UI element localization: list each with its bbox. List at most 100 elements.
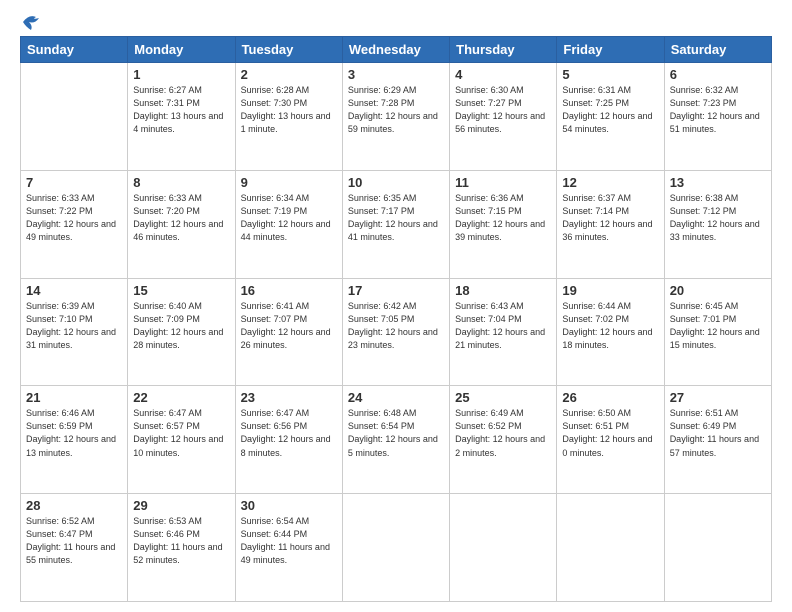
logo-bird-icon [21,12,43,32]
table-row: 29 Sunrise: 6:53 AM Sunset: 6:46 PM Dayl… [128,494,235,602]
sunrise-text: Sunrise: 6:27 AM [133,85,202,95]
day-number: 16 [241,283,337,298]
table-row: 5 Sunrise: 6:31 AM Sunset: 7:25 PM Dayli… [557,63,664,171]
sunrise-text: Sunrise: 6:38 AM [670,193,739,203]
cell-info: Sunrise: 6:33 AM Sunset: 7:20 PM Dayligh… [133,192,229,244]
cell-info: Sunrise: 6:30 AM Sunset: 7:27 PM Dayligh… [455,84,551,136]
sunset-text: Sunset: 7:09 PM [133,314,200,324]
sunset-text: Sunset: 7:07 PM [241,314,308,324]
calendar-week-row: 28 Sunrise: 6:52 AM Sunset: 6:47 PM Dayl… [21,494,772,602]
table-row: 4 Sunrise: 6:30 AM Sunset: 7:27 PM Dayli… [450,63,557,171]
sunset-text: Sunset: 7:02 PM [562,314,629,324]
daylight-text: Daylight: 12 hours and 2 minutes. [455,434,545,457]
day-number: 17 [348,283,444,298]
day-number: 8 [133,175,229,190]
cell-info: Sunrise: 6:44 AM Sunset: 7:02 PM Dayligh… [562,300,658,352]
table-row [21,63,128,171]
col-monday: Monday [128,37,235,63]
col-saturday: Saturday [664,37,771,63]
daylight-text: Daylight: 13 hours and 4 minutes. [133,111,223,134]
sunset-text: Sunset: 6:51 PM [562,421,629,431]
daylight-text: Daylight: 12 hours and 49 minutes. [26,219,116,242]
sunrise-text: Sunrise: 6:31 AM [562,85,631,95]
cell-info: Sunrise: 6:29 AM Sunset: 7:28 PM Dayligh… [348,84,444,136]
sunrise-text: Sunrise: 6:36 AM [455,193,524,203]
daylight-text: Daylight: 12 hours and 23 minutes. [348,327,438,350]
day-number: 12 [562,175,658,190]
calendar-table: Sunday Monday Tuesday Wednesday Thursday… [20,36,772,602]
sunset-text: Sunset: 7:10 PM [26,314,93,324]
daylight-text: Daylight: 11 hours and 49 minutes. [241,542,330,565]
day-number: 3 [348,67,444,82]
sunrise-text: Sunrise: 6:53 AM [133,516,202,526]
day-number: 20 [670,283,766,298]
day-number: 22 [133,390,229,405]
cell-info: Sunrise: 6:51 AM Sunset: 6:49 PM Dayligh… [670,407,766,459]
cell-info: Sunrise: 6:34 AM Sunset: 7:19 PM Dayligh… [241,192,337,244]
cell-info: Sunrise: 6:35 AM Sunset: 7:17 PM Dayligh… [348,192,444,244]
day-number: 15 [133,283,229,298]
sunset-text: Sunset: 6:47 PM [26,529,93,539]
daylight-text: Daylight: 12 hours and 44 minutes. [241,219,331,242]
table-row: 20 Sunrise: 6:45 AM Sunset: 7:01 PM Dayl… [664,278,771,386]
sunrise-text: Sunrise: 6:40 AM [133,301,202,311]
cell-info: Sunrise: 6:46 AM Sunset: 6:59 PM Dayligh… [26,407,122,459]
table-row: 12 Sunrise: 6:37 AM Sunset: 7:14 PM Dayl… [557,170,664,278]
sunset-text: Sunset: 7:14 PM [562,206,629,216]
table-row: 19 Sunrise: 6:44 AM Sunset: 7:02 PM Dayl… [557,278,664,386]
day-number: 10 [348,175,444,190]
cell-info: Sunrise: 6:32 AM Sunset: 7:23 PM Dayligh… [670,84,766,136]
table-row [664,494,771,602]
cell-info: Sunrise: 6:42 AM Sunset: 7:05 PM Dayligh… [348,300,444,352]
table-row: 26 Sunrise: 6:50 AM Sunset: 6:51 PM Dayl… [557,386,664,494]
sunrise-text: Sunrise: 6:45 AM [670,301,739,311]
cell-info: Sunrise: 6:41 AM Sunset: 7:07 PM Dayligh… [241,300,337,352]
calendar-header-row: Sunday Monday Tuesday Wednesday Thursday… [21,37,772,63]
table-row: 23 Sunrise: 6:47 AM Sunset: 6:56 PM Dayl… [235,386,342,494]
sunrise-text: Sunrise: 6:33 AM [26,193,95,203]
sunset-text: Sunset: 7:19 PM [241,206,308,216]
col-friday: Friday [557,37,664,63]
calendar-week-row: 14 Sunrise: 6:39 AM Sunset: 7:10 PM Dayl… [21,278,772,386]
sunset-text: Sunset: 6:49 PM [670,421,737,431]
day-number: 18 [455,283,551,298]
daylight-text: Daylight: 12 hours and 54 minutes. [562,111,652,134]
cell-info: Sunrise: 6:49 AM Sunset: 6:52 PM Dayligh… [455,407,551,459]
daylight-text: Daylight: 12 hours and 36 minutes. [562,219,652,242]
cell-info: Sunrise: 6:43 AM Sunset: 7:04 PM Dayligh… [455,300,551,352]
sunrise-text: Sunrise: 6:54 AM [241,516,310,526]
sunrise-text: Sunrise: 6:41 AM [241,301,310,311]
day-number: 5 [562,67,658,82]
sunset-text: Sunset: 7:20 PM [133,206,200,216]
cell-info: Sunrise: 6:37 AM Sunset: 7:14 PM Dayligh… [562,192,658,244]
day-number: 9 [241,175,337,190]
sunset-text: Sunset: 7:17 PM [348,206,415,216]
sunset-text: Sunset: 7:23 PM [670,98,737,108]
table-row: 16 Sunrise: 6:41 AM Sunset: 7:07 PM Dayl… [235,278,342,386]
daylight-text: Daylight: 11 hours and 57 minutes. [670,434,759,457]
day-number: 29 [133,498,229,513]
table-row: 30 Sunrise: 6:54 AM Sunset: 6:44 PM Dayl… [235,494,342,602]
cell-info: Sunrise: 6:27 AM Sunset: 7:31 PM Dayligh… [133,84,229,136]
table-row: 13 Sunrise: 6:38 AM Sunset: 7:12 PM Dayl… [664,170,771,278]
cell-info: Sunrise: 6:31 AM Sunset: 7:25 PM Dayligh… [562,84,658,136]
day-number: 14 [26,283,122,298]
sunset-text: Sunset: 6:52 PM [455,421,522,431]
cell-info: Sunrise: 6:33 AM Sunset: 7:22 PM Dayligh… [26,192,122,244]
cell-info: Sunrise: 6:39 AM Sunset: 7:10 PM Dayligh… [26,300,122,352]
calendar-week-row: 1 Sunrise: 6:27 AM Sunset: 7:31 PM Dayli… [21,63,772,171]
table-row: 3 Sunrise: 6:29 AM Sunset: 7:28 PM Dayli… [342,63,449,171]
daylight-text: Daylight: 11 hours and 52 minutes. [133,542,222,565]
cell-info: Sunrise: 6:48 AM Sunset: 6:54 PM Dayligh… [348,407,444,459]
table-row: 14 Sunrise: 6:39 AM Sunset: 7:10 PM Dayl… [21,278,128,386]
col-tuesday: Tuesday [235,37,342,63]
header [20,16,772,28]
cell-info: Sunrise: 6:53 AM Sunset: 6:46 PM Dayligh… [133,515,229,567]
sunrise-text: Sunrise: 6:39 AM [26,301,95,311]
sunrise-text: Sunrise: 6:37 AM [562,193,631,203]
sunset-text: Sunset: 7:25 PM [562,98,629,108]
daylight-text: Daylight: 12 hours and 18 minutes. [562,327,652,350]
sunset-text: Sunset: 7:12 PM [670,206,737,216]
sunrise-text: Sunrise: 6:50 AM [562,408,631,418]
sunrise-text: Sunrise: 6:30 AM [455,85,524,95]
